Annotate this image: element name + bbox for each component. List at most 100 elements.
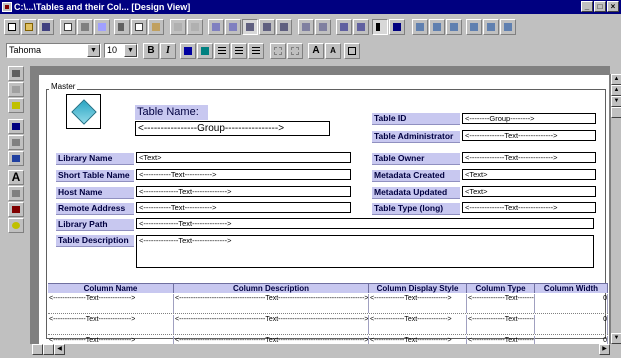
column-description-header[interactable]: Column Description bbox=[174, 283, 369, 293]
new-file-button[interactable] bbox=[4, 19, 20, 35]
text-align-left-button[interactable] bbox=[214, 43, 230, 59]
minimize-button[interactable]: _ bbox=[581, 1, 593, 12]
copy-button[interactable] bbox=[131, 19, 147, 35]
scroll-down-icon[interactable]: ▼ bbox=[611, 333, 621, 344]
close-button[interactable]: × bbox=[607, 1, 619, 12]
scroll-page-up-icon[interactable]: ▲ bbox=[611, 85, 621, 96]
font-name-select[interactable]: Tahoma ▼ bbox=[6, 43, 101, 58]
column-width-cell[interactable]: 0 bbox=[535, 315, 608, 334]
select-objects-button[interactable] bbox=[372, 19, 388, 35]
column-width-cell[interactable]: 0 bbox=[535, 294, 608, 313]
chevron-down-icon[interactable]: ▼ bbox=[124, 44, 137, 57]
vertical-scrollbar[interactable]: ▲ ▲ ▼ ▼ bbox=[610, 74, 621, 344]
table-id-field[interactable]: <--------Group--------> bbox=[462, 113, 596, 124]
library-name-label[interactable]: Library Name bbox=[56, 153, 134, 165]
field-tool-icon[interactable] bbox=[8, 186, 24, 201]
ungroup-button[interactable] bbox=[483, 19, 499, 35]
design-view-button[interactable] bbox=[242, 19, 258, 35]
shrink-font-button[interactable]: A bbox=[325, 43, 341, 59]
table-row[interactable]: <--------------Text--------------> <----… bbox=[48, 294, 608, 314]
italic-button[interactable]: I bbox=[160, 43, 176, 59]
table-name-field[interactable]: <----------------Group----------------> bbox=[135, 121, 330, 136]
table-type-label[interactable]: Table Type (long) bbox=[372, 203, 460, 215]
fill-color-button[interactable] bbox=[180, 43, 196, 59]
maximize-button[interactable]: □ bbox=[594, 1, 606, 12]
column-description-cell[interactable]: <-------------------------------------Te… bbox=[174, 294, 369, 313]
sort-descending-button[interactable] bbox=[225, 19, 241, 35]
label-tool-icon[interactable] bbox=[8, 82, 24, 97]
app-icon[interactable] bbox=[2, 2, 12, 12]
save-button[interactable] bbox=[38, 19, 54, 35]
spell-check-button[interactable] bbox=[94, 19, 110, 35]
text-align-right-button[interactable] bbox=[248, 43, 264, 59]
column-name-cell[interactable]: <--------------Text--------------> bbox=[48, 315, 174, 334]
table-description-field[interactable]: <--------------Text--------------> bbox=[136, 235, 594, 268]
remote-address-field[interactable]: <-----------Text-----------> bbox=[136, 202, 351, 213]
scroll-right-icon[interactable]: ▶ bbox=[599, 344, 610, 355]
library-path-label[interactable]: Library Path bbox=[56, 219, 134, 231]
scroll-up-icon[interactable]: ▲ bbox=[611, 74, 621, 85]
metadata-updated-field[interactable]: <Text> bbox=[462, 186, 596, 197]
open-folder-button[interactable] bbox=[21, 19, 37, 35]
sort-ascending-button[interactable] bbox=[208, 19, 224, 35]
table-row[interactable]: <--------------Text--------------> <----… bbox=[48, 315, 608, 335]
align-center-button[interactable] bbox=[429, 19, 445, 35]
print-button[interactable] bbox=[77, 19, 93, 35]
redo-button[interactable] bbox=[187, 19, 203, 35]
form-view-toggle-icon[interactable] bbox=[32, 344, 43, 355]
text-tool-icon[interactable]: A bbox=[8, 170, 24, 185]
column-display-style-cell[interactable]: <-------------Text-------------> bbox=[369, 315, 467, 334]
frame-tool-icon[interactable] bbox=[8, 151, 24, 166]
column-type-header[interactable]: Column Type bbox=[467, 283, 535, 293]
metadata-created-label[interactable]: Metadata Created bbox=[372, 170, 460, 182]
scroll-thumb[interactable] bbox=[611, 107, 621, 118]
design-view-toggle-icon[interactable] bbox=[43, 344, 54, 355]
grow-font-button[interactable]: A bbox=[308, 43, 324, 59]
scroll-page-down-icon[interactable]: ▼ bbox=[611, 96, 621, 107]
design-canvas[interactable]: Master Table Name: <----------------Grou… bbox=[30, 66, 610, 346]
table-administrator-label[interactable]: Table Administrator bbox=[372, 131, 460, 143]
table-logo-image[interactable] bbox=[66, 94, 101, 129]
apply-filter-button[interactable] bbox=[315, 19, 331, 35]
horizontal-scrollbar[interactable]: ◀ ▶ bbox=[30, 344, 610, 356]
table-name-label[interactable]: Table Name: bbox=[135, 105, 208, 120]
bold-button[interactable]: B bbox=[143, 43, 159, 59]
font-size-select[interactable]: 10 ▼ bbox=[104, 43, 138, 58]
host-name-label[interactable]: Host Name bbox=[56, 187, 134, 199]
image-tool-icon[interactable] bbox=[8, 135, 24, 150]
font-color-button[interactable] bbox=[197, 43, 213, 59]
library-path-field[interactable]: <--------------Text--------------> bbox=[136, 218, 594, 229]
short-table-name-field[interactable]: <-----------Text-----------> bbox=[136, 169, 351, 180]
table-owner-field[interactable]: <--------------Text--------------> bbox=[462, 152, 596, 163]
help-button[interactable] bbox=[389, 19, 405, 35]
border-style-button[interactable] bbox=[270, 43, 286, 59]
library-name-field[interactable]: <Text> bbox=[136, 152, 351, 163]
table-type-field[interactable]: <--------------Text--------------> bbox=[462, 202, 596, 213]
grid-button[interactable] bbox=[500, 19, 516, 35]
table-administrator-field[interactable]: <--------------Text--------------> bbox=[462, 130, 596, 141]
field-list-button[interactable] bbox=[353, 19, 369, 35]
datasheet-view-button[interactable] bbox=[276, 19, 292, 35]
column-display-style-cell[interactable]: <-------------Text-------------> bbox=[369, 294, 467, 313]
filter-button[interactable] bbox=[298, 19, 314, 35]
column-width-header[interactable]: Column Width bbox=[535, 283, 608, 293]
table-id-label[interactable]: Table ID bbox=[372, 113, 460, 125]
metadata-created-field[interactable]: <Text> bbox=[462, 169, 596, 180]
chevron-down-icon[interactable]: ▼ bbox=[87, 44, 100, 57]
column-type-cell[interactable]: <--------------Text--------------> bbox=[467, 294, 535, 313]
paste-button[interactable] bbox=[148, 19, 164, 35]
remote-address-label[interactable]: Remote Address bbox=[56, 203, 134, 215]
column-display-style-header[interactable]: Column Display Style bbox=[369, 283, 467, 293]
table-owner-label[interactable]: Table Owner bbox=[372, 153, 460, 165]
text-align-center-button[interactable] bbox=[231, 43, 247, 59]
cut-button[interactable] bbox=[114, 19, 130, 35]
form-view-button[interactable] bbox=[259, 19, 275, 35]
group-button[interactable] bbox=[466, 19, 482, 35]
line-button[interactable] bbox=[344, 43, 360, 59]
align-left-button[interactable] bbox=[412, 19, 428, 35]
metadata-updated-label[interactable]: Metadata Updated bbox=[372, 187, 460, 199]
select-tool-icon[interactable] bbox=[8, 66, 24, 81]
column-name-cell[interactable]: <--------------Text--------------> bbox=[48, 294, 174, 313]
host-name-field[interactable]: <--------------Text--------------> bbox=[136, 186, 351, 197]
column-name-header[interactable]: Column Name bbox=[48, 283, 174, 293]
